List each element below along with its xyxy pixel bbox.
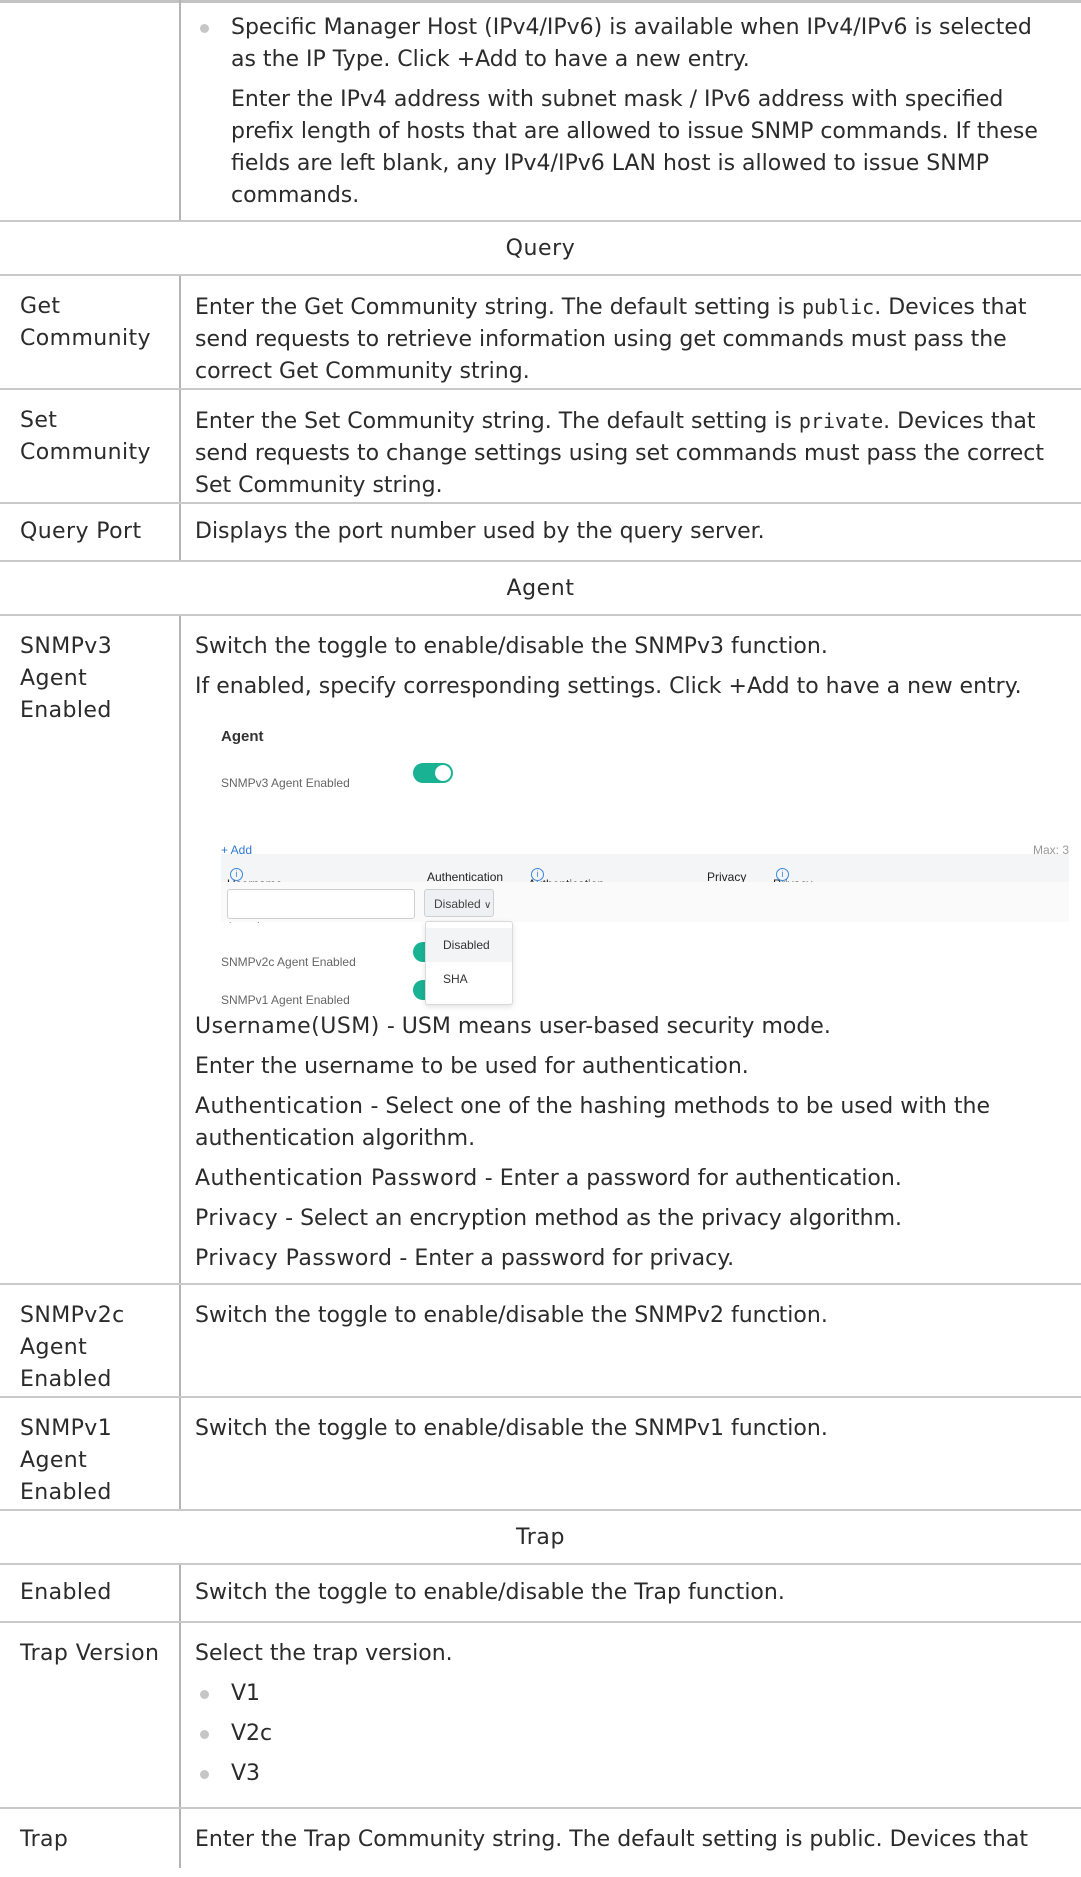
- description-paragraph: Enter the IPv4 address with subnet mask …: [231, 87, 1038, 208]
- row-description: Specific Manager Host (IPv4/IPv6) is ava…: [180, 0, 1081, 222]
- bullet-dot-icon: [200, 1730, 209, 1739]
- row-label: Query Port: [0, 503, 181, 562]
- table-row: Enabled Switch the toggle to enable/disa…: [0, 1564, 1081, 1623]
- table-row: Trap Enter the Trap Community string. Th…: [0, 1808, 1081, 1868]
- bullet-item: V3: [195, 1758, 1061, 1790]
- default-value: public: [801, 295, 875, 319]
- section-header-trap: Trap: [0, 1510, 1081, 1565]
- table-row: SNMPv1 Agent Enabled Switch the toggle t…: [0, 1397, 1081, 1511]
- bullet-item: V2c: [195, 1718, 1061, 1750]
- row-label: Set Community: [0, 389, 181, 504]
- row-description: Select the trap version. V1 V2c V3: [180, 1622, 1081, 1809]
- section-header-query: Query: [0, 221, 1081, 276]
- row-label: SNMPv3 Agent Enabled: [0, 615, 181, 1285]
- info-icon[interactable]: i: [531, 868, 544, 881]
- row-description: Switch the toggle to enable/disable the …: [180, 1284, 1081, 1398]
- agent-settings-screenshot: Agent SNMPv3 Agent Enabled + Add Max: 3 …: [199, 713, 1069, 1007]
- snmpv3-toggle[interactable]: [413, 763, 453, 783]
- agent-panel-title: Agent: [221, 728, 264, 745]
- table-row: Set Community Enter the Set Community st…: [0, 389, 1081, 504]
- bullet-item: V1: [195, 1678, 1061, 1710]
- dropdown-option-disabled[interactable]: Disabled: [426, 928, 512, 962]
- table-row: Specific Manager Host (IPv4/IPv6) is ava…: [0, 0, 1081, 222]
- table-row: SNMPv3 Agent Enabled Switch the toggle t…: [0, 615, 1081, 1285]
- username-input[interactable]: [227, 889, 415, 919]
- row-description: Enter the Get Community string. The defa…: [180, 275, 1081, 390]
- row-label: SNMPv1 Agent Enabled: [0, 1397, 181, 1511]
- field-desc-privacy-password: Privacy Password - Enter a password for …: [195, 1246, 735, 1271]
- info-icon[interactable]: i: [230, 868, 243, 881]
- chevron-down-icon: ∨: [484, 900, 492, 911]
- parameter-table: Specific Manager Host (IPv4/IPv6) is ava…: [0, 0, 1081, 1868]
- row-label: Trap: [0, 1808, 181, 1868]
- snmpv1-toggle-label: SNMPv1 Agent Enabled: [221, 993, 350, 1007]
- snmpv3-toggle-label: SNMPv3 Agent Enabled: [221, 776, 350, 790]
- table-row: Trap Version Select the trap version. V1…: [0, 1622, 1081, 1809]
- bullet-dot-icon: [200, 24, 209, 33]
- bullet-dot-icon: [200, 1690, 209, 1699]
- row-description: Switch the toggle to enable/disable the …: [180, 1564, 1081, 1623]
- row-label: Trap Version: [0, 1622, 181, 1809]
- authentication-dropdown-menu: Disabled SHA: [425, 921, 513, 1005]
- table-row: SNMPv2c Agent Enabled Switch the toggle …: [0, 1284, 1081, 1398]
- info-icon[interactable]: i: [776, 868, 789, 881]
- row-description: Enter the Set Community string. The defa…: [180, 389, 1081, 504]
- row-description: Switch the toggle to enable/disable the …: [180, 615, 1081, 1285]
- snmpv2c-toggle-label: SNMPv2c Agent Enabled: [221, 955, 356, 969]
- row-description: Displays the port number used by the que…: [180, 503, 1081, 562]
- section-header-agent: Agent: [0, 561, 1081, 616]
- authentication-select[interactable]: Disabled ∨: [424, 889, 494, 917]
- field-desc-auth-password: Authentication Password - Enter a passwo…: [195, 1166, 902, 1191]
- row-label: SNMPv2c Agent Enabled: [0, 1284, 181, 1398]
- default-value: private: [798, 409, 884, 433]
- toggle-knob: [435, 765, 451, 781]
- table-row: Query Port Displays the port number used…: [0, 503, 1081, 562]
- row-description: Enter the Trap Community string. The def…: [195, 1827, 1028, 1852]
- row-label-empty: [0, 0, 181, 222]
- dropdown-option-sha[interactable]: SHA: [426, 962, 512, 996]
- field-desc-privacy: Privacy - Select an encryption method as…: [195, 1206, 902, 1231]
- row-label: Get Community: [0, 275, 181, 390]
- table-row: Get Community Enter the Get Community st…: [0, 275, 1081, 390]
- row-label: Enabled: [0, 1564, 181, 1623]
- bullet-item: Specific Manager Host (IPv4/IPv6) is ava…: [195, 12, 1061, 76]
- row-description: Switch the toggle to enable/disable the …: [180, 1397, 1081, 1511]
- usm-table-header: Username (USM)i Authentication Authentic…: [221, 854, 1069, 923]
- field-desc-authentication: Authentication - Select one of the hashi…: [195, 1094, 991, 1151]
- bullet-dot-icon: [200, 1770, 209, 1779]
